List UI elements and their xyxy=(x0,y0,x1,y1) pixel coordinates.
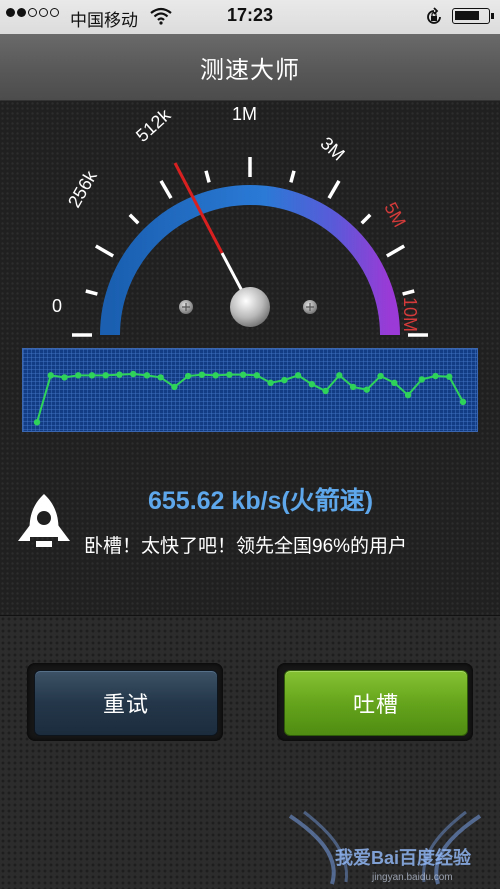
graph-point xyxy=(459,398,467,406)
graph-point xyxy=(363,386,371,393)
graph-point xyxy=(129,370,137,378)
graph-point xyxy=(47,372,54,379)
gauge-tick xyxy=(94,244,115,258)
rotation-lock-icon xyxy=(427,7,441,24)
complain-button-label: 吐槽 xyxy=(352,692,399,717)
graph-point xyxy=(377,372,384,380)
gauge-tick xyxy=(85,289,98,296)
speed-result: 655.62 kb/s(火箭速) xyxy=(148,487,374,515)
graph-point xyxy=(281,376,288,384)
graph-point xyxy=(432,372,439,380)
graph-point xyxy=(391,379,398,387)
graph-point xyxy=(418,376,425,383)
gauge-label: 1M xyxy=(232,104,258,124)
battery-icon xyxy=(452,8,494,24)
graph-point xyxy=(253,372,261,379)
retry-button[interactable]: 重试 xyxy=(34,670,218,736)
rocket-icon xyxy=(18,494,70,547)
gauge-tick xyxy=(204,170,211,183)
graph-point xyxy=(349,383,357,391)
gauge-tick xyxy=(327,179,341,200)
graph-point xyxy=(61,374,68,381)
speed-test-panel: 0 256k 512k 1M 3M 5M 10M 655.62 kb/s(火箭速) 卧槽！太… xyxy=(0,101,500,615)
graph-point xyxy=(322,387,329,395)
app-title: 测速大师 xyxy=(200,57,300,84)
gauge-hub xyxy=(230,287,270,327)
gauge-tick xyxy=(128,213,140,225)
graph-point xyxy=(75,372,82,379)
nav-bar: 测速大师 xyxy=(0,34,500,101)
graph-point xyxy=(267,379,274,387)
graph-point xyxy=(226,371,233,378)
gauge-tick xyxy=(360,213,372,225)
graph-point xyxy=(336,372,343,379)
result-message: 卧槽！太快了吧！领先全国96%的用户 xyxy=(84,536,408,557)
graph-point xyxy=(308,381,316,388)
graph-point xyxy=(143,372,151,379)
retry-button-label: 重试 xyxy=(102,692,149,717)
gauge-label: 10M xyxy=(400,297,420,333)
graph-line xyxy=(36,372,464,423)
graph-point xyxy=(184,372,192,380)
gauge-tick xyxy=(289,170,296,183)
watermark-text: 我爱Bai百度经验 xyxy=(335,847,472,868)
graph-point xyxy=(116,371,123,378)
baidu-watermark: 我爱Bai百度经验 jingyan.baidu.com xyxy=(288,810,482,885)
graph-point xyxy=(294,372,302,379)
gauge-tick xyxy=(385,244,406,258)
status-bar: 中国移动 17:23 xyxy=(0,0,500,34)
graph-point xyxy=(239,371,247,378)
gauge-label: 0 xyxy=(52,296,63,316)
graph-point xyxy=(446,373,453,380)
graph-point xyxy=(198,371,206,378)
graph-point xyxy=(102,372,109,379)
gauge-tick xyxy=(159,179,173,200)
graph-point xyxy=(88,372,96,379)
graph-point xyxy=(171,383,178,391)
gauge-tick xyxy=(402,289,415,296)
graph-point xyxy=(404,391,412,399)
complain-button[interactable]: 吐槽 xyxy=(284,670,468,736)
speed-gauge xyxy=(72,157,428,337)
watermark-url: jingyan.baidu.com xyxy=(371,872,453,883)
graph-point xyxy=(212,372,219,379)
speed-history-graph xyxy=(22,348,478,432)
graph-point xyxy=(33,419,41,426)
graph-point xyxy=(157,374,164,381)
